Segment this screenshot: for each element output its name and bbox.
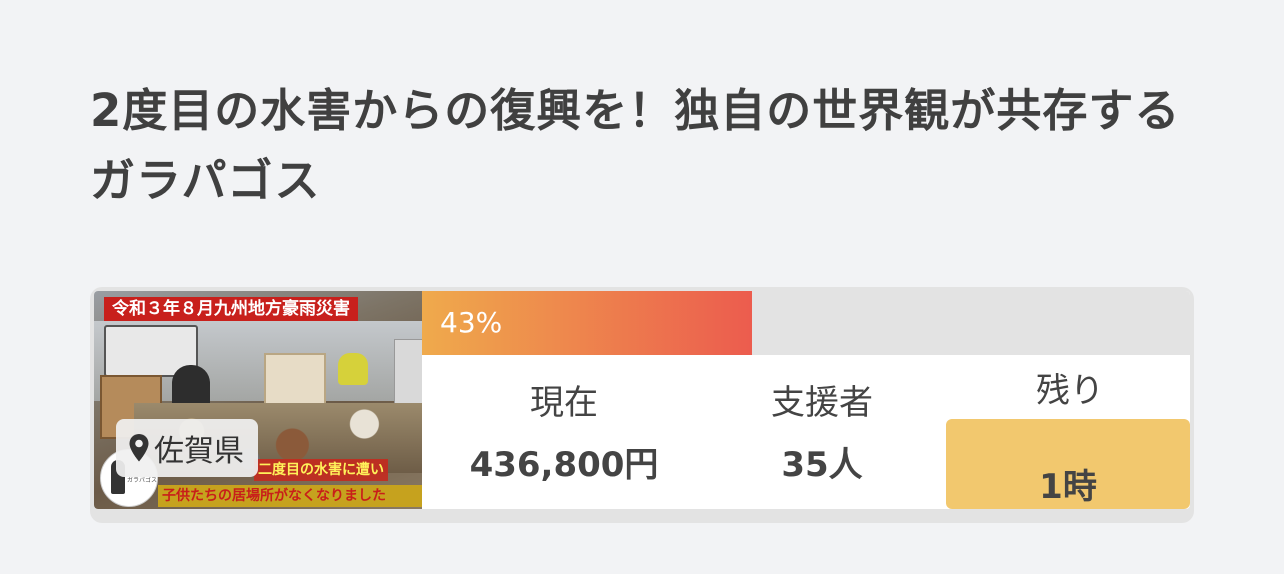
- logo-text: ガラパゴス: [127, 477, 158, 484]
- current-amount-label: 現在: [530, 383, 598, 423]
- remaining-time-value: 1時: [1039, 467, 1097, 507]
- thumbnail-worker-2: [338, 353, 368, 385]
- project-card-body: 令和３年８月九州地方豪雨災害 二度目の水害に遭い 子供たちの居場所がなくなりまし…: [94, 291, 1190, 509]
- thumbnail-caption-2: 子供たちの居場所がなくなりました: [158, 485, 422, 507]
- thumbnail-fridge: [394, 339, 422, 411]
- current-amount-stat: 現在 436,800円: [434, 381, 694, 487]
- funding-progress-percent: 43%: [440, 306, 503, 339]
- thumbnail-caption: 二度目の水害に遭い: [254, 459, 388, 481]
- map-pin-icon: [128, 433, 150, 463]
- project-thumbnail[interactable]: 令和３年８月九州地方豪雨災害 二度目の水害に遭い 子供たちの居場所がなくなりまし…: [94, 291, 422, 509]
- backers-stat: 支援者 35人: [722, 381, 922, 487]
- region-label: 佐賀県: [154, 434, 244, 469]
- region-tag: 佐賀県: [116, 419, 258, 477]
- backers-label: 支援者: [771, 383, 873, 423]
- remaining-time-label: 残り: [1036, 371, 1104, 411]
- project-card[interactable]: 令和３年８月九州地方豪雨災害 二度目の水害に遭い 子供たちの居場所がなくなりまし…: [90, 287, 1194, 523]
- project-title[interactable]: 2度目の水害からの復興を！独自の世界観が共存するガラパゴス: [90, 76, 1190, 216]
- current-amount-value: 436,800円: [469, 445, 659, 485]
- thumbnail-banner: 令和３年８月九州地方豪雨災害: [104, 297, 358, 321]
- remaining-time-badge: 1時: [946, 419, 1190, 509]
- funding-progress-bar: 43%: [422, 291, 1190, 355]
- backers-value: 35人: [781, 445, 863, 485]
